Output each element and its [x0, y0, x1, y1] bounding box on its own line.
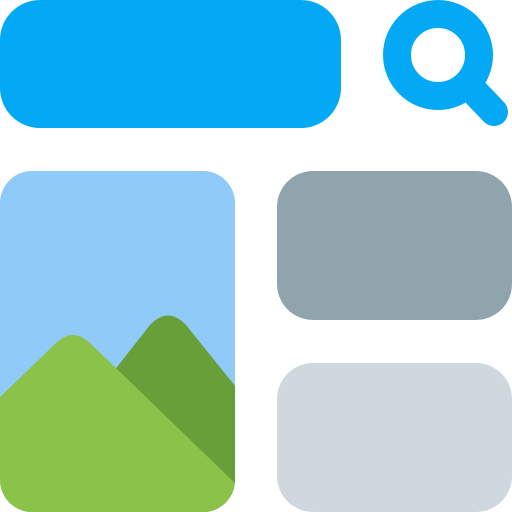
search-icon-handle: [456, 73, 508, 126]
content-card-secondary[interactable]: [277, 363, 512, 512]
search-bar[interactable]: [0, 0, 341, 128]
image-search-layout-icon: [0, 0, 512, 512]
search-icon[interactable]: [383, 0, 508, 126]
icon-canvas: [0, 0, 512, 512]
image-thumbnail[interactable]: [0, 171, 240, 512]
content-card-primary[interactable]: [277, 171, 512, 320]
